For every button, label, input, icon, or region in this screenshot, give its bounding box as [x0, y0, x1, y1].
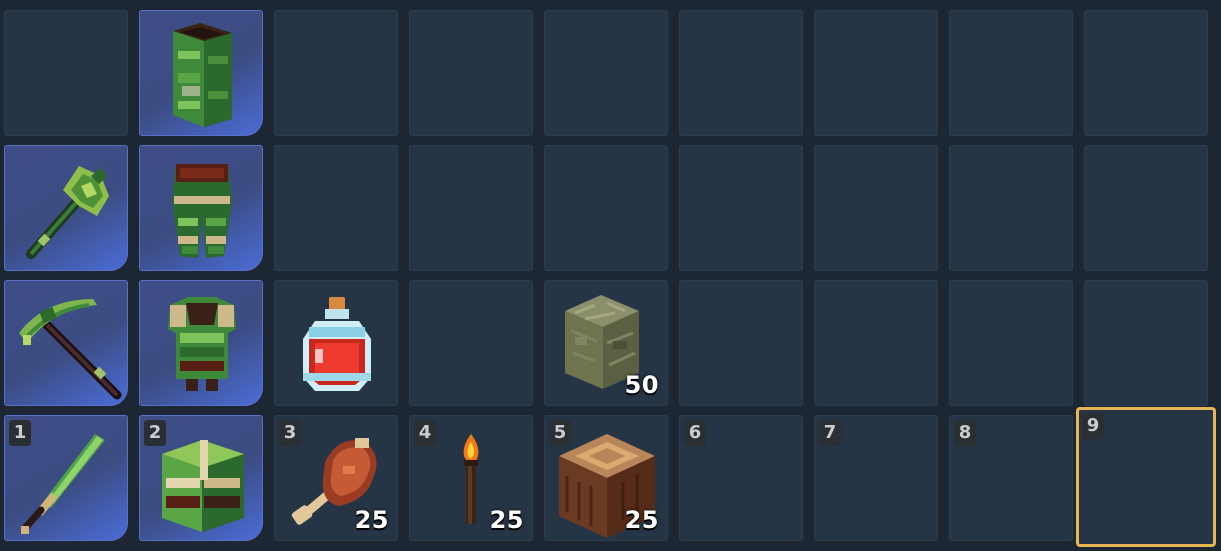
- hotkey-label: 8: [954, 420, 976, 446]
- inventory-slot[interactable]: [4, 145, 128, 271]
- inventory-slot[interactable]: [949, 10, 1073, 136]
- inventory-slot[interactable]: 50: [544, 280, 668, 406]
- inventory-grid: 50 1 2 3 25 4 25 5 25 6 7 8 9: [0, 0, 1221, 551]
- inventory-slot[interactable]: [814, 10, 938, 136]
- jade-leggings-icon: [140, 146, 264, 272]
- inventory-slot[interactable]: [139, 10, 263, 136]
- hotbar-slot-3[interactable]: 3 25: [274, 415, 398, 541]
- hotbar-slot-5[interactable]: 5 25: [544, 415, 668, 541]
- hotbar-slot-1[interactable]: 1: [4, 415, 128, 541]
- inventory-slot[interactable]: [949, 145, 1073, 271]
- hotbar-slot-4[interactable]: 4 25: [409, 415, 533, 541]
- inventory-slot[interactable]: [949, 280, 1073, 406]
- inventory-slot[interactable]: [274, 280, 398, 406]
- stack-count: 25: [624, 506, 659, 534]
- hotbar-slot-9[interactable]: 9: [1076, 407, 1216, 547]
- health-potion-icon: [275, 281, 399, 407]
- inventory-slot[interactable]: [814, 280, 938, 406]
- jade-pickaxe-icon: [5, 281, 129, 407]
- hotbar-slot-7[interactable]: 7: [814, 415, 938, 541]
- inventory-slot[interactable]: [4, 280, 128, 406]
- hotbar-slot-6[interactable]: 6: [679, 415, 803, 541]
- jade-chestplate-icon: [140, 281, 264, 407]
- jade-helmet-icon: [140, 11, 264, 137]
- inventory-slot[interactable]: [1084, 280, 1208, 406]
- stack-count: 25: [489, 506, 524, 534]
- inventory-slot[interactable]: [274, 10, 398, 136]
- inventory-slot[interactable]: [679, 280, 803, 406]
- inventory-slot[interactable]: [679, 10, 803, 136]
- stack-count: 25: [354, 506, 389, 534]
- hotbar-slot-8[interactable]: 8: [949, 415, 1073, 541]
- hotkey-label: 9: [1082, 413, 1104, 439]
- hotkey-label: 6: [684, 420, 706, 446]
- inventory-slot[interactable]: [4, 10, 128, 136]
- inventory-slot[interactable]: [139, 280, 263, 406]
- jade-boots-icon: [140, 416, 264, 542]
- hotbar-slot-2[interactable]: 2: [139, 415, 263, 541]
- inventory-slot[interactable]: [409, 145, 533, 271]
- inventory-slot[interactable]: [274, 145, 398, 271]
- inventory-slot[interactable]: [544, 10, 668, 136]
- inventory-slot[interactable]: [679, 145, 803, 271]
- inventory-slot[interactable]: [409, 10, 533, 136]
- inventory-slot[interactable]: [139, 145, 263, 271]
- inventory-slot[interactable]: [814, 145, 938, 271]
- jade-sword-icon: [5, 416, 129, 542]
- inventory-slot[interactable]: [1084, 145, 1208, 271]
- inventory-slot[interactable]: [409, 280, 533, 406]
- inventory-slot[interactable]: [544, 145, 668, 271]
- stack-count: 50: [624, 371, 659, 399]
- hotkey-label: 7: [819, 420, 841, 446]
- jade-axe-icon: [5, 146, 129, 272]
- inventory-slot[interactable]: [1084, 10, 1208, 136]
